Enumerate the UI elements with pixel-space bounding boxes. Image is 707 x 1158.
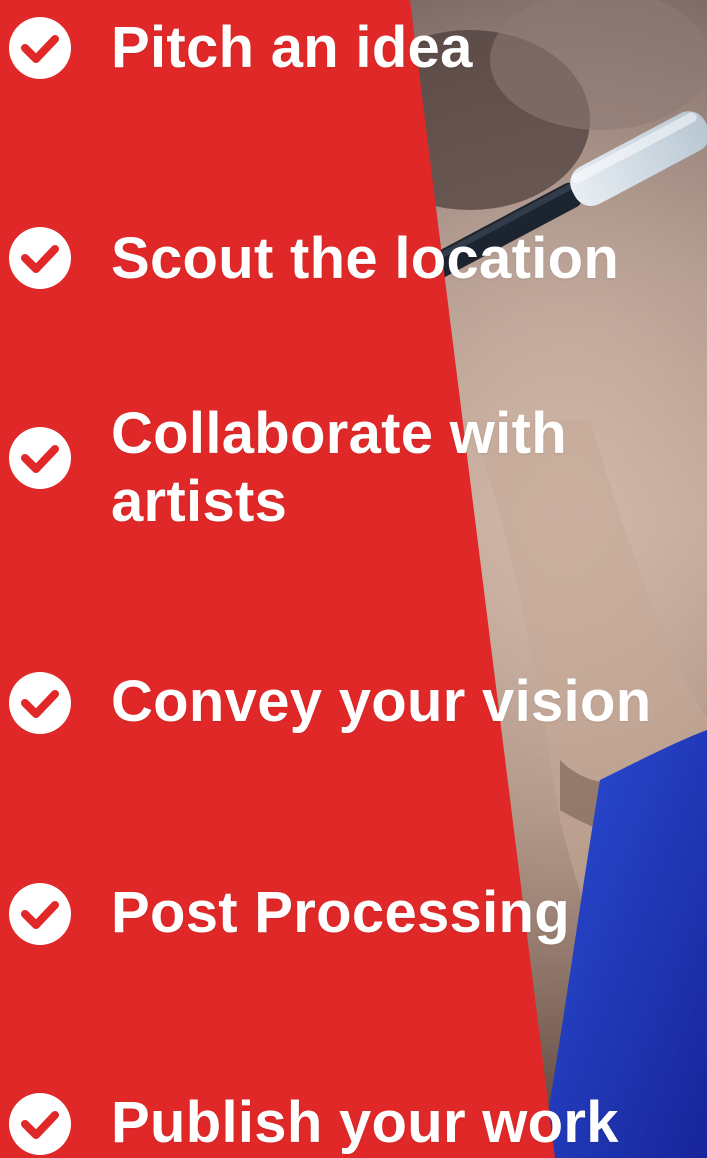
list-item-label: Collaborate with artists bbox=[111, 401, 567, 534]
check-circle-icon bbox=[9, 17, 71, 79]
checklist: Pitch an idea Scout the location Collabo… bbox=[0, 0, 707, 1158]
check-circle-icon bbox=[9, 427, 71, 489]
list-item-label: Pitch an idea bbox=[111, 15, 473, 80]
check-circle-icon bbox=[9, 227, 71, 289]
check-circle-icon bbox=[9, 1093, 71, 1155]
list-item-label: Scout the location bbox=[111, 226, 620, 291]
check-circle-icon bbox=[9, 672, 71, 734]
list-item-label: Convey your vision bbox=[111, 669, 652, 734]
list-item-label: Publish your work bbox=[111, 1090, 619, 1155]
list-item-label: Post Processing bbox=[111, 880, 570, 945]
check-circle-icon bbox=[9, 883, 71, 945]
